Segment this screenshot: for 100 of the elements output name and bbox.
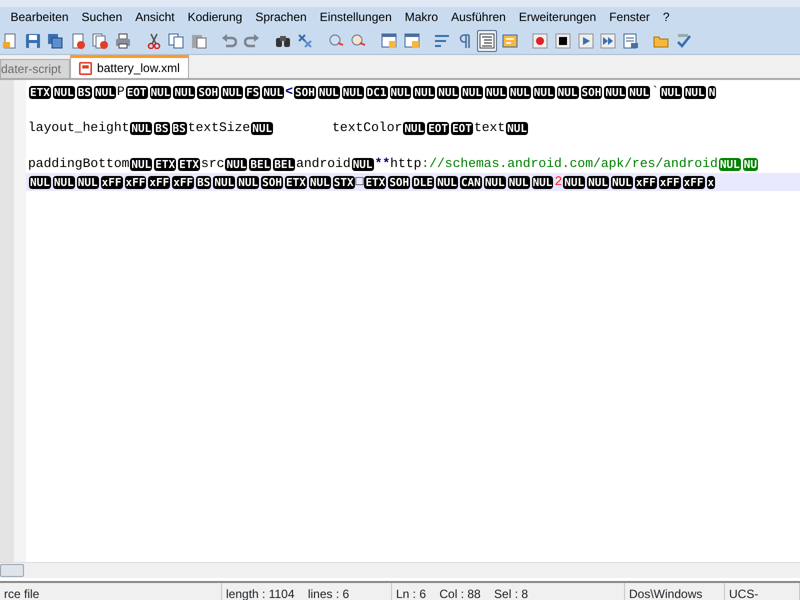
window-icon <box>380 32 397 48</box>
control-char-badge: NUL <box>52 86 75 98</box>
fast-forward-icon <box>600 32 616 48</box>
control-char-badge: xFF <box>634 176 657 188</box>
control-char-badge: NUL <box>484 176 506 188</box>
code-text: P <box>116 83 125 102</box>
operator-text: < <box>285 83 293 102</box>
menu-item[interactable]: ? <box>656 8 676 26</box>
control-char-badge: SOH <box>580 86 602 98</box>
stop-icon <box>555 32 572 48</box>
control-char-badge: NUL <box>173 86 196 98</box>
control-char-badge: BS <box>76 86 92 98</box>
code-text: ` <box>651 83 659 102</box>
scrollbar-thumb[interactable] <box>0 564 24 577</box>
control-char-badge: NUL <box>556 86 578 98</box>
control-char-badge: xFF <box>658 176 681 188</box>
control-char-badge: NUL <box>485 86 507 98</box>
document-close-icon <box>70 32 86 48</box>
control-char-badge: NUL <box>611 176 633 188</box>
record-icon <box>532 32 548 48</box>
control-char-badge: NUL <box>130 122 152 134</box>
control-char-badge: DC1 <box>366 86 388 98</box>
menu-item[interactable]: Ansicht <box>128 8 182 26</box>
status-text: Dos\Windows <box>625 583 725 600</box>
code-text: textSize <box>188 119 250 138</box>
control-char-badge: ETX <box>285 176 307 188</box>
control-char-badge: NUL <box>437 86 460 98</box>
control-char-badge: NUL <box>352 158 374 170</box>
play-icon <box>578 32 594 48</box>
indent-lines-icon <box>479 32 496 48</box>
control-char-badge: NUL <box>508 176 530 188</box>
window-icon <box>404 32 420 48</box>
control-char-badge: NUL <box>76 176 99 188</box>
control-char-badge: NUL <box>52 176 75 188</box>
control-char-badge: NUL <box>130 158 152 170</box>
control-char-badge: FS <box>245 86 260 98</box>
control-char-badge: NUL <box>237 176 260 188</box>
control-char-badge: NUL <box>390 86 412 98</box>
status-text: rce file <box>0 583 222 600</box>
control-char-badge: NUL <box>251 122 274 134</box>
toolbar-button[interactable] <box>477 30 498 52</box>
control-char-badge: xFF <box>172 176 194 188</box>
control-char-badge: x <box>706 176 716 188</box>
control-char-badge: EOT <box>126 86 148 98</box>
control-char-badge: NUL <box>684 86 706 98</box>
control-char-badge: NUL <box>150 86 172 98</box>
file-tab[interactable]: battery_low.xml <box>70 55 189 78</box>
document-list-icon <box>622 32 639 48</box>
status-text: Ln : 6 Col : 88 Sel : 8 <box>392 583 625 600</box>
control-char-badge: NUL <box>94 86 116 98</box>
menu-item[interactable]: Fenster <box>602 8 656 26</box>
code-text: http <box>390 155 422 174</box>
menu-item[interactable]: Erweiterungen <box>512 8 603 26</box>
undo-arrow-icon <box>221 32 238 48</box>
control-char-badge: xFF <box>148 176 170 188</box>
control-char-badge: NUL <box>403 122 426 134</box>
control-char-badge: NUL <box>628 86 650 98</box>
control-char-badge: STX <box>332 176 355 188</box>
control-char-badge: N <box>708 86 716 98</box>
pilcrow-icon <box>456 32 473 48</box>
replace-icon <box>297 32 314 48</box>
operator-text: ** <box>374 155 390 174</box>
menu-item[interactable]: Ausführen <box>444 8 512 26</box>
code-text: textColor <box>332 119 402 138</box>
control-char-badge: BEL <box>273 158 296 170</box>
menu-item[interactable]: Einstellungen <box>313 8 398 26</box>
scissors-icon <box>146 32 162 48</box>
status-text: UCS- <box>725 583 800 600</box>
control-char-badge: NUL <box>461 86 483 98</box>
control-char-badge: BS <box>196 176 212 188</box>
menu-item[interactable]: Makro <box>398 8 445 26</box>
clipboard-icon <box>190 32 207 48</box>
control-char-badge: NUL <box>532 86 555 98</box>
zoom-in-icon <box>328 32 344 48</box>
code-text: layout_height <box>28 119 130 138</box>
floppy-disks-icon <box>47 32 64 48</box>
menu-item[interactable]: Bearbeiten <box>4 8 76 26</box>
menu-item[interactable]: Kodierung <box>181 8 249 26</box>
code-text: paddingBottom <box>28 155 130 174</box>
control-char-badge: BS <box>154 122 170 134</box>
control-char-badge: NUL <box>506 122 528 134</box>
menu-item[interactable]: Suchen <box>75 8 129 26</box>
control-char-badge: xFF <box>682 176 704 188</box>
control-char-badge: xFF <box>124 176 146 188</box>
control-char-badge: EOT <box>451 122 473 134</box>
control-char-badge: CAN <box>460 176 482 188</box>
control-char-badge: NU <box>742 158 758 170</box>
redo-arrow-icon <box>244 32 260 48</box>
horizontal-scrollbar[interactable] <box>0 562 800 578</box>
string-text: ://schemas.android.com/apk/res/android <box>421 155 718 174</box>
text-wrap-icon <box>434 32 450 48</box>
menu-item[interactable]: Sprachen <box>248 8 314 26</box>
control-char-badge: EOT <box>427 122 450 134</box>
control-char-badge: xFF <box>100 176 122 188</box>
control-char-badge: NUL <box>213 176 236 188</box>
spellcheck-icon <box>676 32 692 48</box>
control-char-badge: ETX <box>154 158 176 170</box>
control-char-badge: SOH <box>294 86 316 98</box>
control-char-badge: NUL <box>508 86 531 98</box>
file-tab[interactable]: dater-script <box>0 59 70 78</box>
